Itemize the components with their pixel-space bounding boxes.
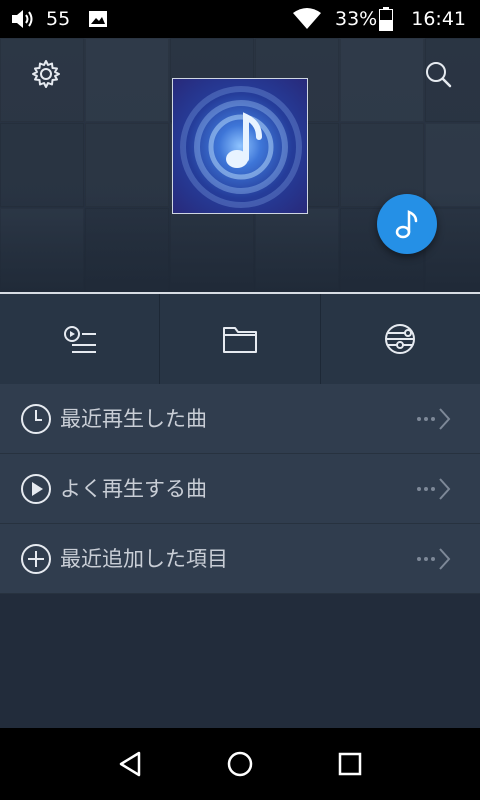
list-item-most-played[interactable]: よく再生する曲 [0, 454, 480, 524]
battery-icon [379, 7, 394, 31]
battery-percent: 33% [335, 8, 378, 30]
category-toolbar [0, 294, 480, 384]
list-item-label: よく再生する曲 [60, 477, 207, 501]
folder-icon [222, 327, 257, 353]
volume-level: 55 [46, 8, 71, 30]
plus-circle-icon [21, 544, 51, 574]
back-icon [119, 751, 141, 777]
folder-tab[interactable] [160, 294, 321, 384]
playlist-tab[interactable] [0, 294, 161, 384]
recents-button[interactable] [330, 744, 370, 784]
home-button[interactable] [220, 744, 260, 784]
list-item-label: 最近追加した項目 [60, 547, 228, 571]
clock-icon [21, 404, 51, 434]
playlist-icon [63, 326, 96, 353]
list-item-recently-played[interactable]: 最近再生した曲 [0, 384, 480, 454]
music-note-icon [395, 210, 418, 239]
search-button[interactable] [416, 52, 460, 96]
more-arrow-icon [417, 408, 451, 430]
dlna-tab[interactable] [321, 294, 480, 384]
gallery-notification-icon [89, 11, 108, 27]
search-icon [426, 62, 452, 88]
wifi-icon [293, 8, 321, 29]
more-arrow-icon [417, 548, 451, 570]
now-playing-button[interactable] [377, 194, 437, 254]
list-item-label: 最近再生した曲 [60, 407, 207, 431]
navigation-bar [0, 728, 480, 800]
library-list: 最近再生した曲 よく再生する曲 最近追加した項目 [0, 384, 480, 594]
status-left: 55 [10, 0, 108, 38]
gear-icon [32, 60, 60, 88]
status-right: 33% 16:41 [293, 0, 466, 38]
home-icon [227, 751, 253, 777]
header [0, 38, 480, 292]
status-bar: 55 33% 16:41 [0, 0, 480, 38]
back-button[interactable] [110, 744, 150, 784]
dlna-network-icon [385, 324, 416, 354]
more-arrow-icon [417, 478, 451, 500]
list-item-recently-added[interactable]: 最近追加した項目 [0, 524, 480, 594]
album-art[interactable] [172, 78, 308, 214]
recents-icon [338, 752, 362, 776]
settings-button[interactable] [24, 52, 68, 96]
empty-area [0, 594, 480, 728]
music-note-art-icon [180, 86, 302, 208]
volume-icon [12, 10, 33, 28]
clock: 16:41 [411, 8, 466, 30]
play-circle-icon [21, 474, 51, 504]
